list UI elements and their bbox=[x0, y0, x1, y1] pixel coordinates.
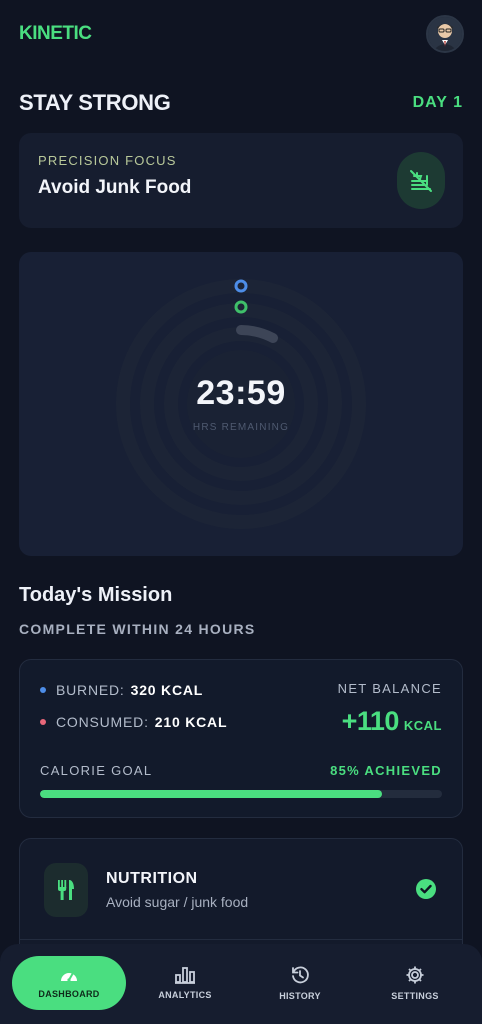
bar-chart-icon bbox=[175, 967, 195, 984]
mission-subtitle: COMPLETE WITHIN 24 HOURS bbox=[19, 621, 256, 637]
nav-analytics[interactable]: ANALYTICS bbox=[129, 956, 241, 1010]
gear-icon bbox=[406, 966, 424, 984]
burned-stat: BURNED: 320 KCAL bbox=[40, 682, 203, 698]
focus-title: Avoid Junk Food bbox=[38, 177, 192, 198]
nav-settings[interactable]: SETTINGS bbox=[359, 956, 471, 1010]
focus-card[interactable]: PRECISION FOCUS Avoid Junk Food bbox=[19, 133, 463, 228]
nav-label: HISTORY bbox=[279, 991, 321, 1001]
nav-dashboard[interactable]: DASHBOARD bbox=[12, 956, 126, 1010]
burned-label: BURNED: bbox=[56, 682, 125, 698]
net-balance-value: +110 KCAL bbox=[342, 706, 442, 737]
consumed-dot-icon bbox=[40, 719, 46, 725]
history-icon bbox=[292, 966, 309, 984]
net-balance-number: +110 bbox=[341, 706, 400, 736]
consumed-value: 210 KCAL bbox=[154, 714, 228, 730]
nav-label: ANALYTICS bbox=[158, 990, 212, 1000]
divider bbox=[20, 939, 462, 940]
gauge-icon bbox=[61, 972, 77, 982]
calorie-stats-card: BURNED: 320 KCAL CONSUMED: 210 KCAL NET … bbox=[19, 659, 463, 818]
consumed-stat: CONSUMED: 210 KCAL bbox=[40, 714, 227, 730]
check-circle-icon[interactable] bbox=[415, 878, 437, 905]
net-balance-label: NET BALANCE bbox=[337, 681, 442, 696]
task-subtitle: Avoid sugar / junk food bbox=[106, 894, 249, 910]
page-title: STAY STRONG bbox=[19, 90, 171, 115]
calorie-progress-fill bbox=[40, 790, 382, 798]
calorie-goal-achieved: 85% ACHIEVED bbox=[330, 763, 442, 778]
avatar-image-icon bbox=[428, 17, 462, 51]
net-balance-unit: KCAL bbox=[403, 718, 442, 733]
no-food-icon bbox=[397, 152, 445, 209]
bottom-nav: DASHBOARD ANALYTICS HISTORY SETTINGS bbox=[0, 944, 482, 1024]
calorie-goal-label: CALORIE GOAL bbox=[40, 763, 153, 778]
timer-caption: HRS REMAINING bbox=[192, 422, 290, 433]
timer-value: 23:59 bbox=[196, 374, 286, 412]
app-logo[interactable]: KINETIC bbox=[19, 23, 92, 45]
calorie-progress-bar bbox=[40, 790, 442, 798]
timer-card: 23:59 HRS REMAINING bbox=[19, 252, 463, 556]
mission-title: Today's Mission bbox=[19, 584, 173, 606]
headline-row: STAY STRONG DAY 1 bbox=[19, 88, 463, 118]
nav-label: DASHBOARD bbox=[38, 989, 100, 999]
consumed-label: CONSUMED: bbox=[56, 714, 149, 730]
avatar[interactable] bbox=[426, 15, 464, 53]
nav-label: SETTINGS bbox=[391, 991, 439, 1001]
task-title: NUTRITION bbox=[106, 870, 198, 887]
nav-history[interactable]: HISTORY bbox=[244, 956, 356, 1010]
top-bar: KINETIC bbox=[0, 0, 482, 68]
utensils-icon bbox=[44, 863, 88, 917]
burned-dot-icon bbox=[40, 687, 46, 693]
day-badge: DAY 1 bbox=[412, 94, 463, 111]
focus-eyebrow: PRECISION FOCUS bbox=[38, 153, 177, 168]
burned-value: 320 KCAL bbox=[130, 682, 204, 698]
